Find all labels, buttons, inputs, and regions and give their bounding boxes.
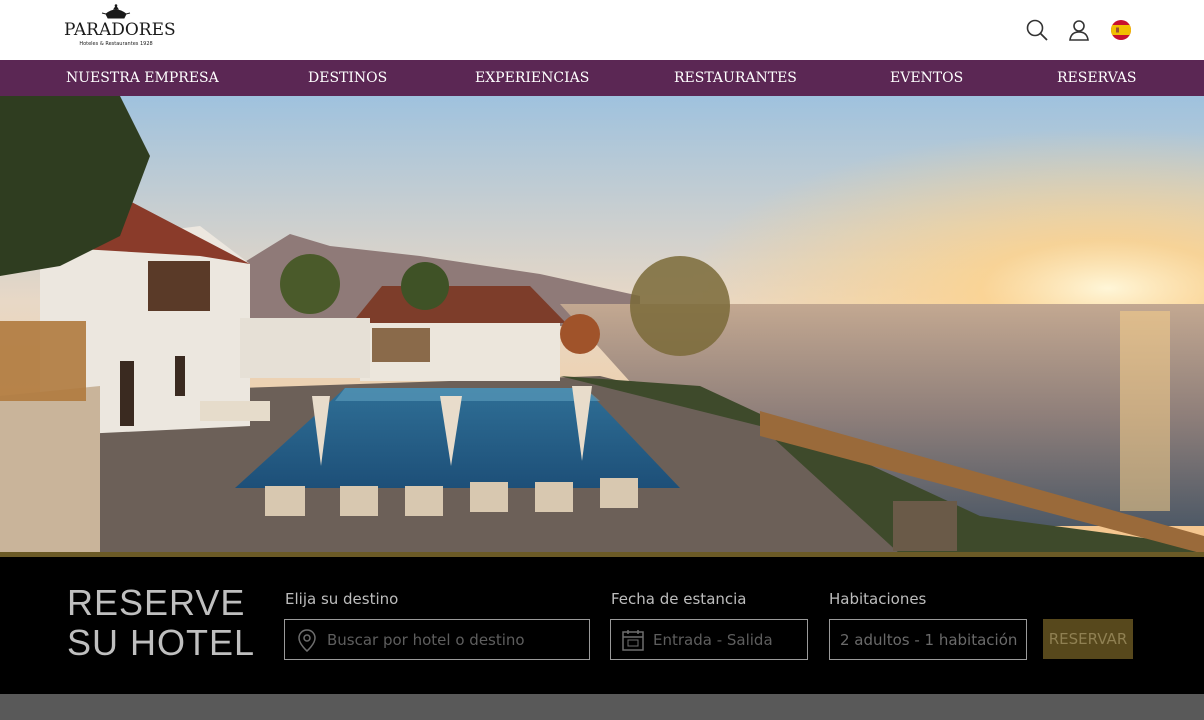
reserve-button[interactable]: RESERVAR — [1043, 619, 1133, 659]
main-nav: NUESTRA EMPRESA DESTINOS EXPERIENCIAS RE… — [0, 60, 1204, 96]
rooms-label: Habitaciones — [829, 590, 927, 608]
header-actions — [1024, 16, 1134, 44]
location-pin-icon — [298, 628, 316, 652]
nav-item-experiencias[interactable]: EXPERIENCIAS — [475, 60, 589, 96]
destination-field[interactable] — [284, 619, 590, 660]
destination-input[interactable] — [327, 630, 589, 649]
rooms-input[interactable] — [840, 630, 1026, 649]
user-icon[interactable] — [1066, 17, 1092, 43]
site-header: PARADORES Hoteles & Restaurantes 1928 — [0, 0, 1204, 60]
nav-item-nuestra-empresa[interactable]: NUESTRA EMPRESA — [66, 60, 219, 96]
calendar-icon — [622, 629, 644, 651]
booking-title-line1: RESERVE — [67, 582, 246, 623]
dates-field[interactable] — [610, 619, 808, 660]
footer-band — [0, 694, 1204, 720]
booking-widget: RESERVE SU HOTEL Elija su destino Fecha … — [0, 557, 1204, 694]
brand-tagline: Hoteles & Restaurantes 1928 — [79, 41, 153, 47]
dates-label: Fecha de estancia — [611, 590, 747, 608]
hero-image — [0, 96, 1204, 554]
brand-name: PARADORES — [64, 20, 176, 40]
destination-label: Elija su destino — [285, 590, 399, 608]
nav-item-reservas[interactable]: RESERVAS — [1057, 60, 1136, 96]
booking-title: RESERVE SU HOTEL — [67, 583, 255, 663]
spain-flag-icon[interactable] — [1108, 17, 1134, 43]
nav-item-destinos[interactable]: DESTINOS — [308, 60, 387, 96]
nav-item-restaurantes[interactable]: RESTAURANTES — [674, 60, 797, 96]
rooms-field[interactable] — [829, 619, 1027, 660]
dates-input[interactable] — [653, 630, 807, 649]
booking-title-line2: SU HOTEL — [67, 622, 256, 663]
nav-item-eventos[interactable]: EVENTOS — [890, 60, 963, 96]
crown-icon — [101, 4, 131, 19]
search-icon[interactable] — [1024, 17, 1050, 43]
paradores-logo[interactable]: PARADORES Hoteles & Restaurantes 1928 — [64, 4, 176, 56]
